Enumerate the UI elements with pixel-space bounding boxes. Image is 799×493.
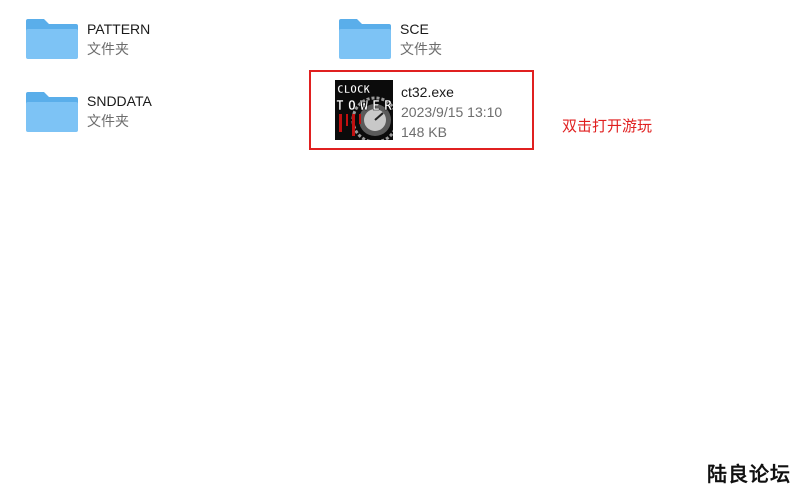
file-name: PATTERN [87, 21, 151, 37]
file-size: 148 KB [401, 124, 447, 140]
file-name: SCE [400, 21, 429, 37]
folder-icon [26, 92, 78, 132]
file-type: 文件夹 [400, 41, 442, 57]
file-tile-snddata[interactable]: SNDDATA 文件夹 [0, 70, 300, 150]
file-type: 文件夹 [87, 113, 129, 129]
watermark: 陆良论坛 [707, 464, 791, 486]
folder-icon [26, 19, 78, 59]
file-explorer-view: PATTERN 文件夹 SCE 文件夹 SNDDATA 文件夹 CLOCK TO… [0, 0, 799, 493]
file-type: 文件夹 [87, 41, 129, 57]
annotation-text: 双击打开游玩 [562, 118, 653, 135]
clock-tower-app-icon: CLOCK TOWER [335, 80, 393, 140]
file-name: ct32.exe [401, 84, 454, 100]
file-tile-sce[interactable]: SCE 文件夹 [310, 0, 610, 70]
file-name: SNDDATA [87, 93, 152, 109]
file-tile-pattern[interactable]: PATTERN 文件夹 [0, 0, 300, 70]
icon-text-clock: CLOCK [337, 83, 370, 96]
file-modified-date: 2023/9/15 13:10 [401, 104, 503, 120]
folder-icon [339, 19, 391, 59]
